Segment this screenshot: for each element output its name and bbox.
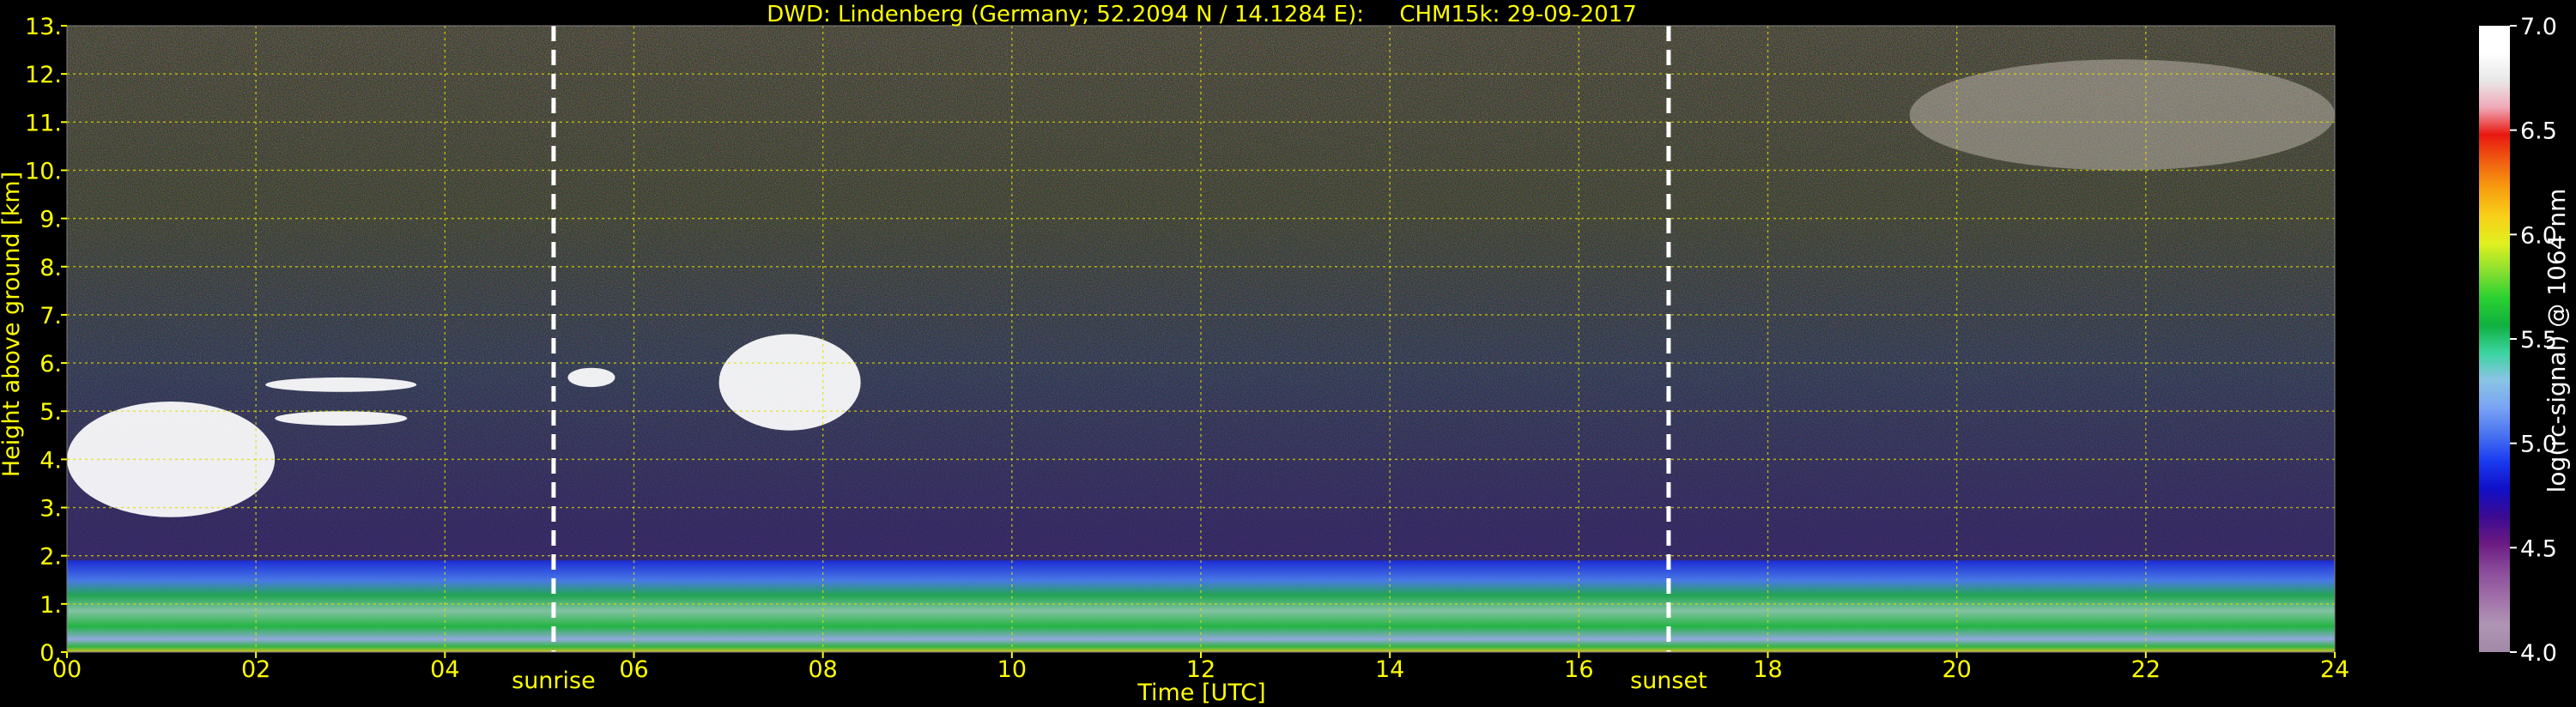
ceilometer-chart: sunrise sunset 00 02 04 06 08 10 12 14 16 18 20 22 24… (0, 2, 2571, 706)
y-tick-label: 5. (39, 399, 62, 426)
y-axis-label: Height above ground [km] (0, 172, 25, 477)
colorbar-tick-label: 7.0 (2520, 14, 2557, 40)
x-tick-label: 04 (430, 656, 459, 683)
y-tick-label: 2. (39, 544, 62, 571)
y-tick-label: 11. (25, 110, 62, 136)
y-tick-label: 1. (39, 592, 62, 619)
x-tick-label: 18 (1753, 656, 1782, 683)
y-tick-label: 9. (39, 207, 62, 233)
x-tick-label: 24 (2320, 656, 2349, 683)
colorbar-tick-label: 4.5 (2520, 535, 2557, 562)
colorbar-gradient (2479, 26, 2510, 652)
cloud-layer (275, 411, 408, 426)
cloud-layer (265, 377, 417, 392)
y-tick-label: 8. (39, 255, 62, 281)
colorbar-label: log(rc-signal) @ 1064 nm (2543, 189, 2571, 493)
colorbar-tick-label: 6.5 (2520, 118, 2557, 145)
y-tick-label: 4. (39, 447, 62, 474)
y-tick-label: 12. (25, 62, 62, 88)
y-axis-ticks: 0. 1. 2. 3. 4. 5. 6. 7. 8. 9. 10. 11. 12. 13. (25, 14, 67, 667)
x-axis-label: Time [UTC] (1136, 680, 1265, 706)
y-tick-label: 10. (25, 158, 62, 184)
y-tick-label: 3. (39, 496, 62, 523)
x-tick-label: 02 (241, 656, 270, 683)
y-tick-label: 0. (39, 640, 62, 667)
y-tick-label: 7. (39, 303, 62, 329)
cirrus-layer (1909, 59, 2335, 171)
cloud-layer (567, 367, 615, 388)
x-tick-label: 20 (1942, 656, 1971, 683)
event-label-sunrise: sunrise (512, 668, 596, 694)
cloud-layer (718, 334, 861, 431)
y-tick-label: 13. (25, 14, 62, 40)
x-tick-label: 10 (997, 656, 1027, 683)
x-axis-ticks: 00 02 04 06 08 10 12 14 16 18 20 22 24 (52, 652, 2349, 683)
colorbar-tick-label: 4.0 (2520, 640, 2557, 667)
x-tick-label: 16 (1564, 656, 1593, 683)
event-label-sunset: sunset (1630, 668, 1707, 694)
x-tick-label: 22 (2131, 656, 2161, 683)
colorbar: 4.04.55.05.56.06.57.0 log(rc-signal) @ 1… (2479, 14, 2571, 667)
chart-title: DWD: Lindenberg (Germany; 52.2094 N / 14… (767, 2, 1636, 27)
x-tick-label: 14 (1375, 656, 1404, 683)
x-tick-label: 06 (619, 656, 648, 683)
x-tick-label: 08 (808, 656, 837, 683)
y-tick-label: 6. (39, 351, 62, 378)
